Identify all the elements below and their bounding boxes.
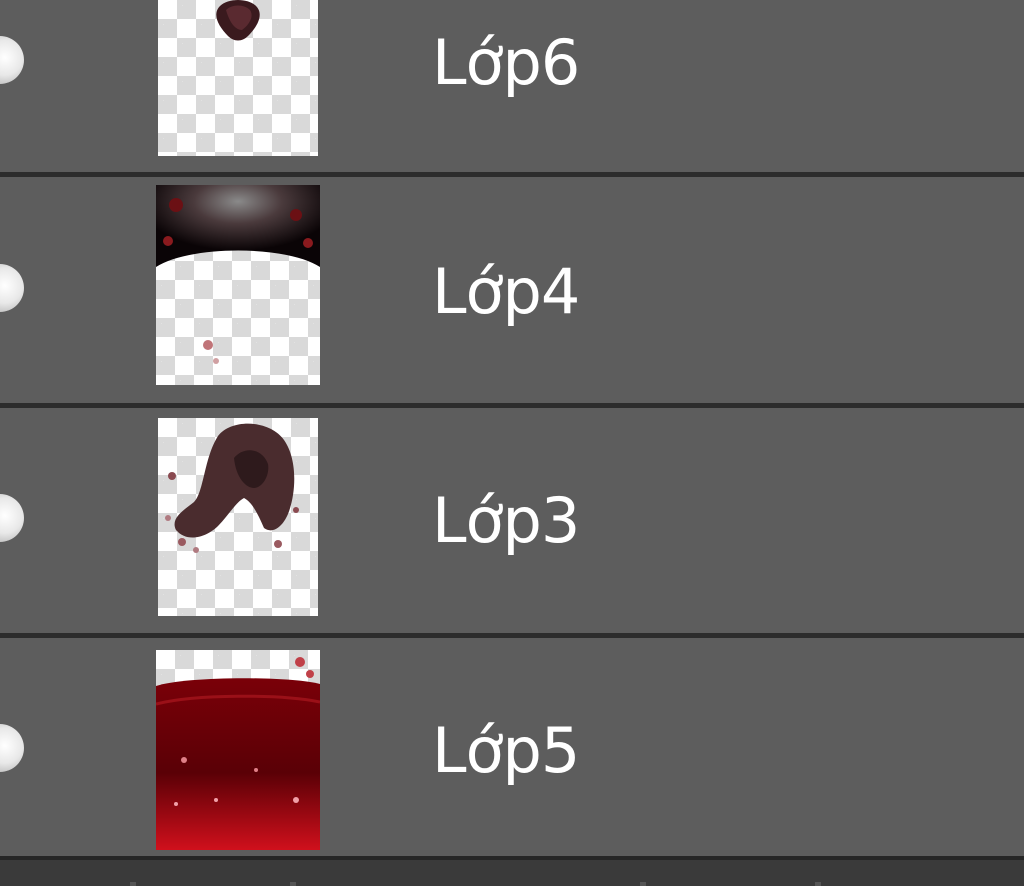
layer-thumbnail (156, 650, 320, 850)
dark-drop-icon (216, 0, 260, 41)
layer-thumbnail (158, 418, 318, 616)
visibility-eye-icon[interactable] (0, 724, 24, 772)
layer-row-lop3[interactable]: Lớp3 (0, 408, 1024, 633)
layer-name-label: Lớp6 (432, 26, 580, 99)
layer-name-label: Lớp5 (432, 714, 580, 787)
visibility-eye-icon[interactable] (0, 36, 24, 84)
panel-bottom-bar (0, 856, 1024, 886)
bar-tick (815, 882, 821, 886)
layer-thumbnail (156, 185, 320, 385)
bar-tick (130, 882, 136, 886)
bar-tick (290, 882, 296, 886)
layer-name-label: Lớp4 (432, 255, 580, 328)
red-gradient-icon (156, 657, 320, 850)
layer-row-lop4[interactable]: Lớp4 (0, 177, 1024, 403)
layer-thumbnail (158, 0, 318, 156)
layers-panel: Lớp6 Lớp4 Lớp3 Lớp5 (0, 0, 1024, 886)
hair-silhouette-icon (165, 423, 299, 553)
dark-top-glow-icon (156, 185, 320, 364)
layer-name-label: Lớp3 (432, 484, 580, 557)
layer-row-lop5[interactable]: Lớp5 (0, 638, 1024, 856)
bar-tick (640, 882, 646, 886)
layer-row-lop6[interactable]: Lớp6 (0, 0, 1024, 172)
visibility-eye-icon[interactable] (0, 494, 24, 542)
visibility-eye-icon[interactable] (0, 264, 24, 312)
